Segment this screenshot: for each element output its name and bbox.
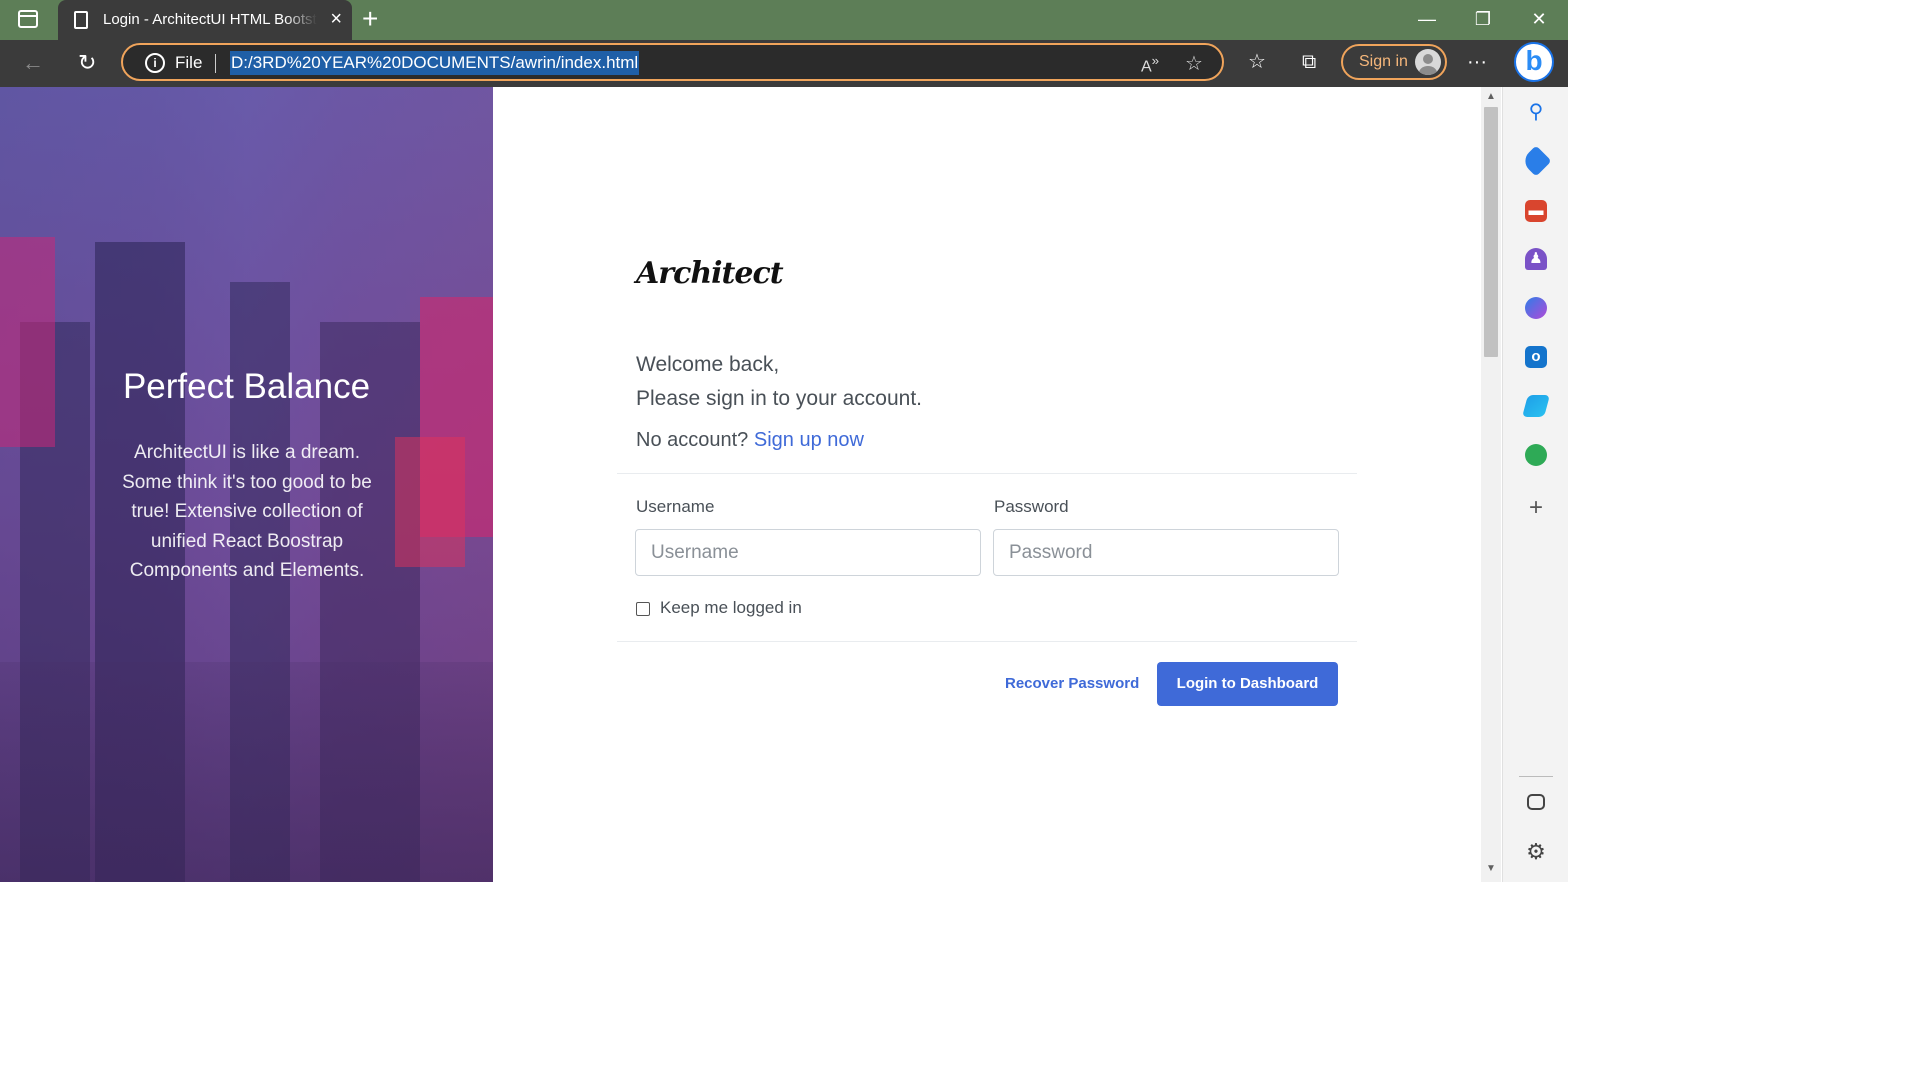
scroll-down-icon[interactable]: ▼ — [1486, 863, 1496, 874]
architect-logo: Architect — [636, 256, 784, 291]
window-close-button[interactable]: ✕ — [1516, 0, 1562, 40]
chess-icon[interactable]: ♟ — [1525, 248, 1547, 270]
page-scrollbar[interactable]: ▲ ▼ — [1481, 87, 1501, 882]
keep-logged-in-label[interactable]: Keep me logged in — [660, 598, 802, 618]
more-options-icon[interactable]: ··· — [1467, 50, 1487, 74]
hero-title: Perfect Balance — [122, 367, 371, 406]
form-divider-top — [617, 473, 1357, 474]
welcome-line-1: Welcome back, — [636, 353, 780, 376]
tab-actions-icon[interactable] — [18, 10, 38, 28]
browser-tab-active[interactable]: Login - ArchitectUI HTML Bootstrap × — [58, 0, 352, 40]
search-icon[interactable]: ⚲ — [1525, 101, 1547, 123]
back-arrow-icon[interactable]: ← — [22, 50, 44, 76]
form-divider-bottom — [617, 641, 1357, 642]
sign-in-button[interactable]: Sign in — [1341, 44, 1447, 80]
add-favorite-icon[interactable]: ☆ — [1185, 51, 1203, 76]
edge-sidebar: ⚲ ▬ ♟ o + ⚙ — [1502, 87, 1568, 882]
sign-up-link[interactable]: Sign up now — [754, 429, 864, 451]
tab-title: Login - ArchitectUI HTML Bootstrap — [103, 11, 317, 28]
divider — [215, 54, 216, 73]
password-label: Password — [994, 497, 1069, 516]
favorites-icon[interactable]: ☆ — [1248, 50, 1266, 74]
add-icon[interactable]: + — [1525, 496, 1547, 520]
street-ground — [0, 662, 493, 882]
hero-panel: Perfect Balance ArchitectUI is like a dr… — [0, 87, 493, 882]
browser-titlebar: Login - ArchitectUI HTML Bootstrap × + —… — [0, 0, 1568, 40]
bing-copilot-icon[interactable]: b — [1514, 42, 1554, 82]
tag-icon[interactable] — [1520, 145, 1552, 177]
refresh-icon[interactable]: ↻ — [78, 50, 96, 76]
collections-icon[interactable]: ⧉ — [1302, 50, 1316, 74]
billboard-decoration — [0, 237, 55, 447]
username-input[interactable] — [635, 529, 981, 576]
info-icon[interactable]: i — [145, 53, 165, 73]
toolbox-icon[interactable]: ▬ — [1525, 200, 1547, 222]
tree-icon[interactable] — [1525, 444, 1547, 466]
url-text[interactable]: D:/3RD%20YEAR%20DOCUMENTS/awrin/index.ht… — [230, 51, 640, 75]
welcome-heading: Welcome back, Please sign in to your acc… — [636, 348, 922, 416]
url-scheme-label: File — [175, 53, 203, 72]
split-screen-icon[interactable] — [1527, 794, 1545, 810]
username-label: Username — [636, 497, 715, 516]
document-icon — [74, 11, 88, 29]
minimize-button[interactable]: — — [1404, 0, 1450, 40]
read-aloud-icon[interactable]: A» — [1141, 53, 1159, 76]
welcome-line-2: Please sign in to your account. — [636, 387, 923, 410]
password-input[interactable] — [993, 529, 1339, 576]
divider — [1519, 776, 1553, 777]
hero-description: ArchitectUI is like a dream. Some think … — [122, 442, 372, 581]
restore-button[interactable]: ❐ — [1460, 0, 1506, 40]
recover-password-link[interactable]: Recover Password — [1005, 675, 1139, 692]
settings-icon[interactable]: ⚙ — [1525, 841, 1547, 863]
login-button[interactable]: Login to Dashboard — [1157, 662, 1338, 706]
outlook-icon[interactable]: o — [1525, 346, 1547, 368]
avatar — [1415, 49, 1441, 75]
copilot-icon[interactable] — [1525, 297, 1547, 319]
billboard-decoration — [395, 437, 465, 567]
keep-logged-in-checkbox[interactable] — [636, 602, 650, 616]
tab-close-button[interactable]: × — [330, 7, 342, 31]
address-bar[interactable]: i File D:/3RD%20YEAR%20DOCUMENTS/awrin/i… — [121, 43, 1224, 81]
send-icon[interactable] — [1522, 395, 1550, 417]
no-account-label: No account? — [636, 429, 749, 451]
no-account-text: No account? Sign up now — [636, 429, 864, 452]
sign-in-label: Sign in — [1359, 53, 1408, 70]
scrollbar-thumb[interactable] — [1484, 107, 1498, 357]
new-tab-button[interactable]: + — [362, 4, 378, 34]
scroll-up-icon[interactable]: ▲ — [1486, 91, 1496, 102]
